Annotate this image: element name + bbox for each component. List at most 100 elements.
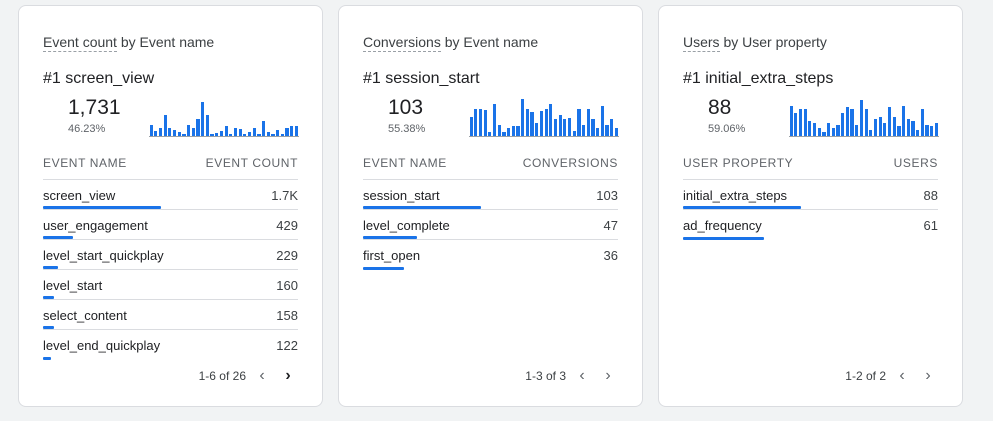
chevron-left-icon[interactable]: ‹	[572, 366, 592, 386]
row-name: level_start	[43, 278, 103, 293]
top-item-value: 1,731	[68, 96, 121, 119]
sparkline-bar	[539, 111, 543, 136]
row-name: initial_extra_steps	[683, 188, 788, 203]
sparkline-bar	[605, 125, 609, 136]
chevron-right-icon[interactable]: ›	[918, 366, 938, 386]
row-value: 158	[276, 308, 298, 323]
card-title-dimension: by User property	[719, 34, 827, 50]
row-proportion-bar	[43, 266, 58, 269]
pagination: 1-2 of 2 ‹ ›	[845, 366, 938, 386]
sparkline-bar	[257, 134, 261, 136]
sparkline-bar	[276, 130, 280, 136]
sparkline-bar	[572, 131, 576, 136]
table-row[interactable]: user_engagement 429	[43, 210, 298, 240]
column-header-value: CONVERSIONS	[522, 156, 618, 170]
sparkline-bar	[911, 121, 915, 136]
row-proportion-bar	[43, 296, 54, 299]
table-row[interactable]: screen_view 1.7K	[43, 180, 298, 210]
card-event-count: Event count by Event name #1 screen_view…	[18, 5, 323, 407]
sparkline-bar	[850, 109, 854, 136]
sparkline-bar	[243, 134, 247, 136]
row-proportion-bar	[363, 236, 417, 239]
chevron-right-icon[interactable]: ›	[278, 366, 298, 386]
card-conversions: Conversions by Event name #1 session_sta…	[338, 5, 643, 407]
sparkline-bar	[836, 125, 840, 136]
sparkline-bar	[822, 132, 826, 136]
row-proportion-bar	[683, 206, 801, 209]
sparkline-bar	[187, 125, 191, 136]
table-header: EVENT NAME CONVERSIONS	[363, 156, 618, 176]
top-item-label: #1 screen_view	[43, 70, 155, 87]
row-value: 122	[276, 338, 298, 353]
pagination-text: 1-2 of 2	[845, 369, 886, 383]
sparkline-bar	[182, 134, 186, 136]
row-name: ad_frequency	[683, 218, 762, 233]
row-value: 229	[276, 248, 298, 263]
sparkline-bar	[794, 113, 798, 136]
row-name: level_end_quickplay	[43, 338, 161, 353]
sparkline-bar	[878, 117, 882, 136]
row-proportion-bar	[43, 326, 54, 329]
pagination-text: 1-6 of 26	[198, 369, 246, 383]
table-row[interactable]: session_start 103	[363, 180, 618, 210]
row-value: 103	[596, 188, 618, 203]
table-row[interactable]: level_start 160	[43, 270, 298, 300]
sparkline-bar	[290, 126, 294, 136]
table-row[interactable]: first_open 36	[363, 240, 618, 270]
card-title-metric[interactable]: Event count	[43, 34, 117, 52]
sparkline-bar	[582, 125, 586, 136]
sparkline-bar	[567, 118, 572, 136]
sparkline-bar	[507, 128, 511, 136]
row-proportion-bar	[683, 237, 764, 240]
table-rows: screen_view 1.7K user_engagement 429 level_s…	[43, 180, 298, 360]
card-title-metric[interactable]: Users	[683, 34, 720, 52]
row-value: 47	[603, 218, 618, 233]
sparkline-bar	[201, 102, 205, 136]
chevron-left-icon[interactable]: ‹	[252, 366, 272, 386]
sparkline-bar	[229, 134, 233, 136]
column-header-name: EVENT NAME	[43, 156, 127, 170]
sparkline-bar	[215, 133, 219, 136]
sparkline-bar	[172, 130, 177, 136]
sparkline-bar	[614, 128, 618, 136]
sparkline-bar	[492, 104, 497, 136]
chevron-right-icon[interactable]: ›	[598, 366, 618, 386]
sparkline-bar	[252, 128, 256, 136]
table-row[interactable]: initial_extra_steps 88	[683, 180, 938, 210]
sparkline-bar	[934, 123, 938, 136]
card-title-dimension: by Event name	[440, 34, 539, 50]
sparkline-bar	[596, 128, 600, 136]
card-title: Users by User property	[683, 34, 827, 52]
row-value: 160	[276, 278, 298, 293]
sparkline-bar	[280, 134, 284, 136]
sparkline-bar	[544, 109, 548, 136]
card-title-metric[interactable]: Conversions	[363, 34, 441, 52]
top-item-percent: 46.23%	[68, 123, 106, 135]
row-name: user_engagement	[43, 218, 148, 233]
sparkline-bar	[558, 115, 562, 136]
sparkline-bar	[586, 109, 590, 136]
table-row[interactable]: level_end_quickplay 122	[43, 330, 298, 360]
row-name: first_open	[363, 248, 421, 263]
sparkline-bar	[530, 112, 534, 136]
table-row[interactable]: level_start_quickplay 229	[43, 240, 298, 270]
sparkline-bar	[789, 106, 793, 136]
sparkline-bar	[817, 128, 821, 136]
top-item-label: #1 session_start	[363, 70, 480, 87]
table-row[interactable]: select_content 158	[43, 300, 298, 330]
column-header-name: USER PROPERTY	[683, 156, 794, 170]
table-row[interactable]: ad_frequency 61	[683, 210, 938, 240]
sparkline-bar	[247, 132, 252, 136]
sparkline-bar	[591, 119, 595, 136]
row-proportion-bar	[43, 236, 73, 239]
table-row[interactable]: level_complete 47	[363, 210, 618, 240]
row-name: session_start	[363, 188, 440, 203]
sparkline-bar	[158, 128, 163, 136]
sparkline-bar	[827, 123, 831, 136]
sparkline-bar	[210, 134, 214, 136]
chevron-left-icon[interactable]: ‹	[892, 366, 912, 386]
sparkline-bar	[271, 134, 275, 136]
sparkline-bar	[873, 119, 878, 136]
sparkline-bar	[902, 106, 906, 136]
sparkline-bar	[887, 107, 892, 136]
